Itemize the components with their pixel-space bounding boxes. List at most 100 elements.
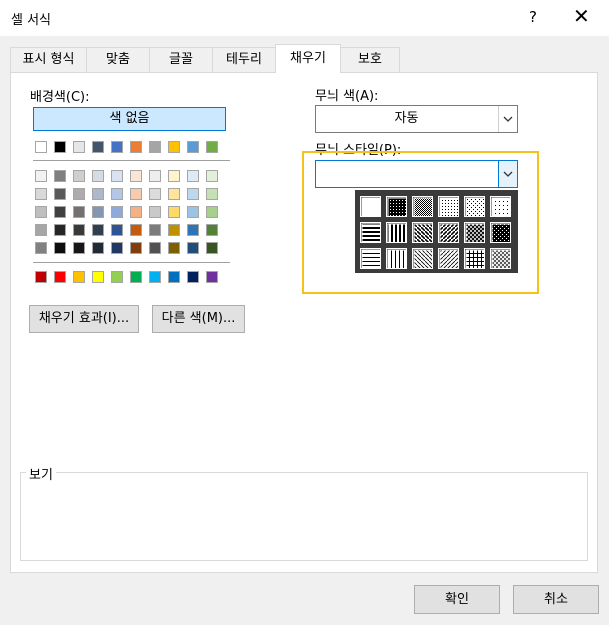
color-swatch[interactable] <box>92 170 104 182</box>
color-swatch[interactable] <box>149 206 161 218</box>
color-swatch[interactable] <box>73 141 85 153</box>
color-swatch[interactable] <box>111 170 123 182</box>
color-swatch[interactable] <box>92 224 104 236</box>
tab-alignment[interactable]: 맞춤 <box>86 47 150 72</box>
color-swatch[interactable] <box>111 271 123 283</box>
pattern-option[interactable] <box>464 196 485 217</box>
color-swatch[interactable] <box>206 206 218 218</box>
color-swatch[interactable] <box>206 242 218 254</box>
color-swatch[interactable] <box>130 242 142 254</box>
color-swatch[interactable] <box>54 141 66 153</box>
pattern-option[interactable] <box>464 248 485 269</box>
fill-effects-button[interactable]: 채우기 효과(I)... <box>29 305 139 333</box>
color-swatch[interactable] <box>206 141 218 153</box>
color-swatch[interactable] <box>111 141 123 153</box>
color-swatch[interactable] <box>130 224 142 236</box>
ok-button[interactable]: 확인 <box>414 585 500 614</box>
color-swatch[interactable] <box>149 271 161 283</box>
color-swatch[interactable] <box>35 271 47 283</box>
color-swatch[interactable] <box>73 170 85 182</box>
tab-font[interactable]: 글꼴 <box>149 47 213 72</box>
tab-border[interactable]: 테두리 <box>212 47 276 72</box>
color-swatch[interactable] <box>54 206 66 218</box>
pattern-option[interactable] <box>490 222 511 243</box>
color-swatch[interactable] <box>130 188 142 200</box>
color-swatch[interactable] <box>111 242 123 254</box>
color-swatch[interactable] <box>149 141 161 153</box>
color-swatch[interactable] <box>92 188 104 200</box>
color-swatch[interactable] <box>130 206 142 218</box>
pattern-option[interactable] <box>412 248 433 269</box>
color-swatch[interactable] <box>187 271 199 283</box>
color-swatch[interactable] <box>73 224 85 236</box>
color-swatch[interactable] <box>35 188 47 200</box>
color-swatch[interactable] <box>149 188 161 200</box>
color-swatch[interactable] <box>111 206 123 218</box>
color-swatch[interactable] <box>92 141 104 153</box>
color-swatch[interactable] <box>35 170 47 182</box>
no-color-button[interactable]: 색 없음 <box>33 107 226 131</box>
color-swatch[interactable] <box>206 224 218 236</box>
color-swatch[interactable] <box>187 242 199 254</box>
pattern-option[interactable] <box>438 196 459 217</box>
color-swatch[interactable] <box>149 170 161 182</box>
color-swatch[interactable] <box>92 206 104 218</box>
color-swatch[interactable] <box>187 170 199 182</box>
color-swatch[interactable] <box>187 141 199 153</box>
color-swatch[interactable] <box>92 242 104 254</box>
color-swatch[interactable] <box>73 206 85 218</box>
pattern-option[interactable] <box>360 196 381 217</box>
tab-fill[interactable]: 채우기 <box>275 44 341 73</box>
color-swatch[interactable] <box>187 224 199 236</box>
color-swatch[interactable] <box>54 170 66 182</box>
color-swatch[interactable] <box>54 224 66 236</box>
color-swatch[interactable] <box>168 206 180 218</box>
color-swatch[interactable] <box>168 271 180 283</box>
pattern-option[interactable] <box>386 196 407 217</box>
color-swatch[interactable] <box>168 141 180 153</box>
tab-number[interactable]: 표시 형식 <box>10 47 87 72</box>
help-button[interactable]: ? <box>529 8 537 26</box>
color-swatch[interactable] <box>149 242 161 254</box>
color-swatch[interactable] <box>92 271 104 283</box>
color-swatch[interactable] <box>187 206 199 218</box>
color-swatch[interactable] <box>130 170 142 182</box>
color-swatch[interactable] <box>187 188 199 200</box>
color-swatch[interactable] <box>130 271 142 283</box>
color-swatch[interactable] <box>168 224 180 236</box>
color-swatch[interactable] <box>54 188 66 200</box>
pattern-option[interactable] <box>360 248 381 269</box>
color-swatch[interactable] <box>111 188 123 200</box>
pattern-option[interactable] <box>386 222 407 243</box>
tab-protection[interactable]: 보호 <box>340 47 400 72</box>
color-swatch[interactable] <box>168 188 180 200</box>
color-swatch[interactable] <box>168 170 180 182</box>
pattern-option[interactable] <box>464 222 485 243</box>
pattern-option[interactable] <box>360 222 381 243</box>
pattern-color-dropdown[interactable]: 자동 <box>315 105 518 133</box>
color-swatch[interactable] <box>206 271 218 283</box>
pattern-option[interactable] <box>490 196 511 217</box>
color-swatch[interactable] <box>35 224 47 236</box>
pattern-option[interactable] <box>386 248 407 269</box>
color-swatch[interactable] <box>54 242 66 254</box>
color-swatch[interactable] <box>35 141 47 153</box>
cancel-button[interactable]: 취소 <box>513 585 599 614</box>
color-swatch[interactable] <box>73 271 85 283</box>
pattern-option[interactable] <box>490 248 511 269</box>
pattern-option[interactable] <box>438 248 459 269</box>
color-swatch[interactable] <box>35 206 47 218</box>
color-swatch[interactable] <box>149 224 161 236</box>
color-swatch[interactable] <box>73 242 85 254</box>
color-swatch[interactable] <box>111 224 123 236</box>
color-swatch[interactable] <box>168 242 180 254</box>
close-button[interactable]: ✕ <box>573 4 590 28</box>
color-swatch[interactable] <box>73 188 85 200</box>
pattern-option[interactable] <box>412 222 433 243</box>
color-swatch[interactable] <box>130 141 142 153</box>
color-swatch[interactable] <box>206 188 218 200</box>
color-swatch[interactable] <box>54 271 66 283</box>
more-colors-button[interactable]: 다른 색(M)... <box>152 305 245 333</box>
pattern-option[interactable] <box>438 222 459 243</box>
color-swatch[interactable] <box>35 242 47 254</box>
